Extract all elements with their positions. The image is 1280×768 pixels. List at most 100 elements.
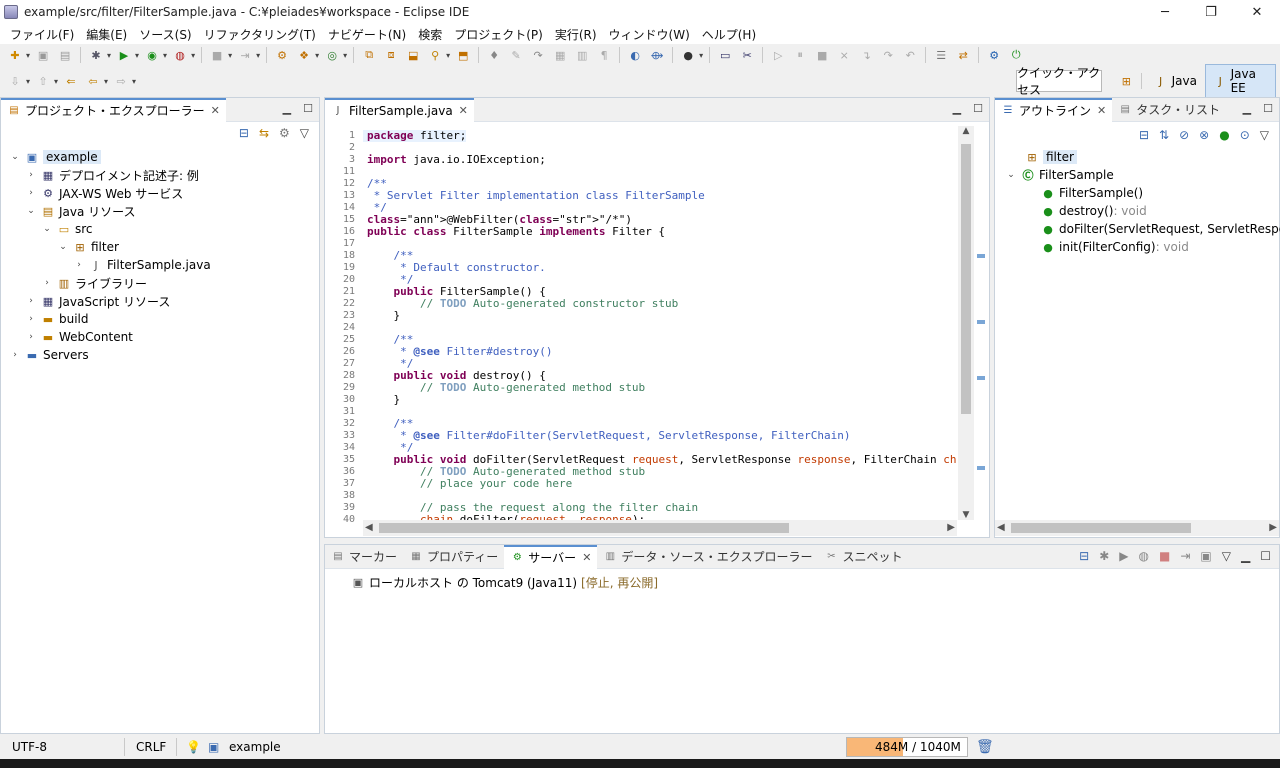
publish-icon[interactable]: ⇥ — [237, 47, 253, 63]
tab-servers[interactable]: ⚙ サーバー ✕ — [504, 544, 598, 569]
start-server-icon[interactable]: ▶ — [1119, 549, 1128, 563]
collapse-chevron-icon[interactable]: › — [9, 350, 21, 360]
save-icon[interactable]: ▣ — [35, 47, 51, 63]
view-menu-icon[interactable]: ▽ — [1222, 549, 1231, 563]
word-wrap-icon[interactable]: ▥ — [574, 47, 590, 63]
publish-server-icon[interactable]: ⇥ — [1180, 549, 1190, 563]
collapse-chevron-icon[interactable]: › — [41, 278, 53, 288]
terminal-icon[interactable]: ▭ — [717, 47, 733, 63]
outline-item-class[interactable]: ⌄ Ⓒ FilterSample — [1005, 166, 1114, 184]
editor-vertical-scrollbar[interactable]: ▲ ▼ — [958, 126, 974, 520]
step-into-icon[interactable]: ↴ — [858, 47, 874, 63]
menu-file[interactable]: ファイル(F) — [4, 26, 80, 43]
tab-task-list[interactable]: ▤ タスク・リスト — [1112, 98, 1226, 122]
step-over-icon[interactable]: ↷ — [880, 47, 896, 63]
editor-horizontal-scrollbar[interactable]: ◀ ▶ — [363, 520, 957, 536]
expand-chevron-icon[interactable]: ⌄ — [1005, 170, 1017, 180]
view-menu-icon[interactable]: ▽ — [1260, 128, 1269, 142]
tree-item-javascript-resources[interactable]: › ▦ JavaScript リソース — [25, 292, 170, 310]
perspective-java-ee[interactable]: J Java EE — [1205, 64, 1276, 98]
step-return-icon[interactable]: ↶ — [902, 47, 918, 63]
settings-icon[interactable]: ⚙ — [986, 47, 1002, 63]
terminate-icon[interactable]: ■ — [814, 47, 830, 63]
hide-nonpublic-icon[interactable]: ● — [1219, 128, 1229, 142]
horizontal-scrollbar-thumb[interactable] — [1011, 523, 1191, 533]
suspend-icon[interactable]: ⏸ — [792, 47, 808, 63]
next-annotation-icon[interactable]: ↷ — [530, 47, 546, 63]
browser-icon[interactable]: ◐ — [627, 47, 643, 63]
external-tools-icon[interactable]: ◍ — [172, 47, 188, 63]
new-package-icon[interactable]: ❖ — [296, 47, 312, 63]
stop-icon[interactable]: ■ — [209, 47, 225, 63]
profile-server-icon[interactable]: ◍ — [1139, 549, 1149, 563]
next-edit-icon[interactable]: ⇩ — [7, 73, 23, 89]
minimize-view-icon[interactable]: ▁ — [953, 102, 961, 115]
tab-project-explorer[interactable]: ▤ プロジェクト・エクスプローラー ✕ — [1, 97, 226, 122]
maximize-view-icon[interactable]: ☐ — [1263, 102, 1273, 115]
collapse-chevron-icon[interactable]: › — [25, 332, 37, 342]
open-perspective-icon[interactable]: ⊞ — [1119, 73, 1134, 89]
filter-icon[interactable]: ⚙ — [279, 126, 290, 140]
sort-az-icon[interactable]: ⇅ — [1159, 128, 1169, 142]
hide-local-types-icon[interactable]: ⊙ — [1240, 128, 1250, 142]
collapse-all-icon[interactable]: ⊟ — [1139, 128, 1149, 142]
new-icon[interactable]: ✚ — [7, 47, 23, 63]
scroll-left-icon[interactable]: ◀ — [997, 522, 1005, 533]
outline-item-package[interactable]: ⊞ filter — [1021, 148, 1077, 166]
tab-outline[interactable]: ☰ アウトライン ✕ — [995, 97, 1113, 122]
tree-item-build[interactable]: › ▬ build — [25, 310, 88, 328]
expand-chevron-icon[interactable]: ⌄ — [9, 152, 21, 162]
tab-properties[interactable]: ▦ プロパティー — [403, 545, 504, 569]
close-tab-icon[interactable]: ✕ — [1097, 104, 1106, 117]
resume-icon[interactable]: ▷ — [770, 47, 786, 63]
tree-item-java-resources[interactable]: ⌄ ▤ Java リソース — [25, 202, 135, 220]
outline-item-destroy[interactable]: ● destroy() : void — [1037, 202, 1147, 220]
disconnect-icon[interactable]: ✂ — [739, 47, 755, 63]
tab-snippets[interactable]: ✂ スニペット — [818, 545, 908, 569]
show-whitespace-icon[interactable]: ¶ — [596, 47, 612, 63]
collapse-chevron-icon[interactable]: › — [73, 260, 85, 270]
expand-chevron-icon[interactable]: ⌄ — [25, 206, 37, 216]
tree-item-libraries[interactable]: › ▥ ライブラリー — [41, 274, 147, 292]
collapse-chevron-icon[interactable]: › — [25, 314, 37, 324]
run-icon[interactable]: ▶ — [116, 47, 132, 63]
minimize-view-icon[interactable]: ▁ — [1241, 549, 1250, 563]
collapse-chevron-icon[interactable]: › — [25, 188, 37, 198]
maximize-button[interactable]: ❐ — [1188, 0, 1234, 24]
horizontal-scrollbar-thumb[interactable] — [379, 523, 789, 533]
coverage-icon[interactable]: ◉ — [144, 47, 160, 63]
highlight-icon[interactable]: ✎ — [508, 47, 524, 63]
menu-project[interactable]: プロジェクト(P) — [448, 26, 549, 43]
quick-access-field[interactable]: クイック・アクセス — [1016, 66, 1102, 97]
close-tab-icon[interactable]: ✕ — [459, 104, 468, 117]
block-selection-icon[interactable]: ▦ — [552, 47, 568, 63]
scroll-left-icon[interactable]: ◀ — [365, 522, 373, 533]
disconnect-debug-icon[interactable]: ⨯ — [836, 47, 852, 63]
forward-icon[interactable]: ⇨ — [113, 73, 129, 89]
close-button[interactable]: ✕ — [1234, 0, 1280, 24]
heap-status[interactable]: 484M / 1040M — [846, 737, 968, 757]
link-editor-icon[interactable]: ⇆ — [259, 126, 269, 140]
tree-item-filter-package[interactable]: ⌄ ⊞ filter — [57, 238, 119, 256]
scroll-right-icon[interactable]: ▶ — [947, 522, 955, 533]
open-type-icon[interactable]: ⧉ — [361, 47, 377, 63]
garbage-collect-icon[interactable]: 🗑 — [976, 739, 994, 755]
menu-refactor[interactable]: リファクタリング(T) — [198, 26, 322, 43]
tab-data-source-explorer[interactable]: ▥ データ・ソース・エクスプローラー — [597, 545, 818, 569]
tree-item-filtersample-java[interactable]: › J FilterSample.java — [73, 256, 210, 274]
collapse-all-icon[interactable]: ⊟ — [239, 126, 249, 140]
tree-item-webcontent[interactable]: › ▬ WebContent — [25, 328, 133, 346]
expand-chevron-icon[interactable]: ⌄ — [41, 224, 53, 234]
tab-filtersample-java[interactable]: J FilterSample.java ✕ — [325, 97, 474, 122]
tree-item-example[interactable]: ⌄ ▣ example — [9, 148, 101, 166]
outline-item-constructor[interactable]: ● FilterSample() — [1037, 184, 1143, 202]
tree-item-servers[interactable]: › ▬ Servers — [9, 346, 88, 364]
disconnect-icon[interactable]: ▣ — [1200, 549, 1211, 563]
maximize-view-icon[interactable]: ☐ — [1260, 549, 1271, 563]
tree-item-jaxws[interactable]: › ⚙ JAX-WS Web サービス — [25, 184, 183, 202]
debug-server-icon[interactable]: ✱ — [1099, 549, 1109, 563]
scroll-down-icon[interactable]: ▼ — [958, 510, 974, 520]
maximize-view-icon[interactable]: ☐ — [973, 102, 983, 115]
power-icon[interactable]: ⏻ — [1008, 47, 1024, 63]
hide-fields-icon[interactable]: ⊘ — [1179, 128, 1189, 142]
